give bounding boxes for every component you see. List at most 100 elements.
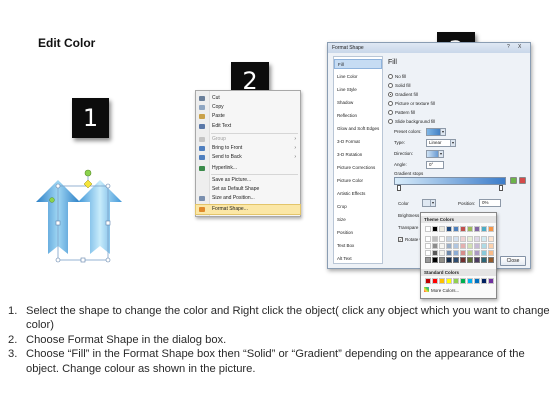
slide-background-fill-radio[interactable]: Slide background fill: [388, 118, 435, 125]
standard-color-swatch[interactable]: [439, 278, 445, 284]
theme-color-swatch[interactable]: [432, 257, 438, 263]
adjust-handle[interactable]: [83, 179, 93, 189]
nav-item-reflection[interactable]: Reflection: [334, 111, 382, 121]
menu-item-bring-to-front[interactable]: Bring to Front ›: [196, 144, 300, 153]
menu-item-group[interactable]: Group ›: [196, 135, 300, 144]
theme-color-swatch[interactable]: [481, 236, 487, 242]
type-dropdown[interactable]: Linear ▾: [426, 139, 456, 147]
theme-color-swatch[interactable]: [425, 250, 431, 256]
resize-handle[interactable]: [105, 257, 111, 263]
close-icon[interactable]: X: [518, 44, 521, 50]
resize-handle[interactable]: [55, 220, 61, 226]
standard-color-swatch[interactable]: [467, 278, 473, 284]
menu-item-save-as-picture[interactable]: Save as Picture...: [196, 176, 300, 185]
theme-color-swatch[interactable]: [460, 226, 466, 232]
theme-color-swatch[interactable]: [467, 236, 473, 242]
gradient-stop-handle[interactable]: [397, 185, 401, 191]
pattern-fill-radio[interactable]: Pattern fill: [388, 109, 415, 116]
theme-color-swatch[interactable]: [425, 226, 431, 232]
menu-item-copy[interactable]: Copy: [196, 103, 300, 112]
color-picker-button[interactable]: ▾: [422, 199, 436, 207]
nav-item-size[interactable]: Size: [334, 215, 382, 225]
theme-color-swatch[interactable]: [425, 243, 431, 249]
theme-color-swatch[interactable]: [453, 250, 459, 256]
rotate-with-shape-checkbox[interactable]: ✓: [398, 237, 403, 242]
theme-color-swatch[interactable]: [446, 226, 452, 232]
theme-color-swatch[interactable]: [432, 236, 438, 242]
resize-handle[interactable]: [105, 220, 111, 226]
theme-color-swatch[interactable]: [474, 243, 480, 249]
theme-color-swatch[interactable]: [439, 243, 445, 249]
theme-color-swatch[interactable]: [481, 226, 487, 232]
theme-color-swatch[interactable]: [488, 250, 494, 256]
theme-color-swatch[interactable]: [467, 226, 473, 232]
theme-color-swatch[interactable]: [453, 236, 459, 242]
rotate-handle[interactable]: [84, 169, 92, 177]
standard-color-swatch[interactable]: [481, 278, 487, 284]
nav-item-artistic-effects[interactable]: Artistic Effects: [334, 189, 382, 199]
gradient-stops-bar[interactable]: [394, 177, 506, 191]
theme-color-swatch[interactable]: [432, 243, 438, 249]
no-fill-radio[interactable]: No fill: [388, 73, 406, 80]
menu-item-edit-text[interactable]: Edit Text: [196, 122, 300, 131]
theme-color-swatch[interactable]: [446, 236, 452, 242]
theme-color-swatch[interactable]: [467, 257, 473, 263]
theme-color-swatch[interactable]: [474, 226, 480, 232]
standard-color-swatch[interactable]: [488, 278, 494, 284]
theme-color-swatch[interactable]: [488, 257, 494, 263]
remove-stop-button[interactable]: [519, 177, 526, 184]
theme-color-swatch[interactable]: [488, 243, 494, 249]
standard-color-swatch[interactable]: [432, 278, 438, 284]
theme-color-swatch[interactable]: [474, 236, 480, 242]
theme-color-swatch[interactable]: [467, 243, 473, 249]
theme-color-swatch[interactable]: [446, 250, 452, 256]
theme-color-swatch[interactable]: [439, 226, 445, 232]
theme-color-swatch[interactable]: [453, 257, 459, 263]
standard-color-swatch[interactable]: [474, 278, 480, 284]
theme-color-swatch[interactable]: [446, 257, 452, 263]
nav-item-line-style[interactable]: Line Style: [334, 85, 382, 95]
theme-color-swatch[interactable]: [439, 250, 445, 256]
menu-item-send-to-back[interactable]: Send to Back ›: [196, 153, 300, 162]
menu-item-hyperlink[interactable]: Hyperlink...: [196, 164, 300, 173]
theme-color-swatch[interactable]: [432, 226, 438, 232]
theme-color-swatch[interactable]: [446, 243, 452, 249]
theme-color-swatch[interactable]: [425, 236, 431, 242]
nav-item-shadow[interactable]: Shadow: [334, 98, 382, 108]
close-button[interactable]: Close: [500, 256, 526, 266]
nav-item-crop[interactable]: Crop: [334, 202, 382, 212]
resize-handle[interactable]: [105, 183, 111, 189]
resize-handle[interactable]: [55, 257, 61, 263]
gradient-stop-handle[interactable]: [499, 185, 503, 191]
nav-item-3d-rotation[interactable]: 3-D Rotation: [334, 150, 382, 160]
theme-color-swatch[interactable]: [453, 243, 459, 249]
nav-item-picture-corrections[interactable]: Picture Corrections: [334, 163, 382, 173]
menu-item-paste[interactable]: Paste: [196, 112, 300, 121]
theme-color-swatch[interactable]: [474, 257, 480, 263]
theme-color-swatch[interactable]: [453, 226, 459, 232]
resize-handle[interactable]: [55, 183, 61, 189]
nav-item-position[interactable]: Position: [334, 228, 382, 238]
theme-color-swatch[interactable]: [481, 243, 487, 249]
menu-item-size-position[interactable]: Size and Position...: [196, 194, 300, 203]
theme-color-swatch[interactable]: [474, 250, 480, 256]
solid-fill-radio[interactable]: Solid fill: [388, 82, 411, 89]
theme-color-swatch[interactable]: [481, 257, 487, 263]
direction-dropdown[interactable]: ▾: [426, 150, 444, 158]
menu-item-cut[interactable]: Cut: [196, 94, 300, 103]
theme-color-swatch[interactable]: [425, 257, 431, 263]
standard-color-swatch[interactable]: [460, 278, 466, 284]
nav-item-line-color[interactable]: Line Color: [334, 72, 382, 82]
menu-item-format-shape[interactable]: Format Shape...: [195, 204, 301, 215]
nav-item-3d-format[interactable]: 3-D Format: [334, 137, 382, 147]
theme-color-swatch[interactable]: [460, 257, 466, 263]
theme-color-swatch[interactable]: [439, 257, 445, 263]
help-button[interactable]: ?: [507, 44, 510, 50]
nav-item-alt-text[interactable]: Alt Text: [334, 254, 382, 264]
resize-handle[interactable]: [80, 257, 86, 263]
more-colors-link[interactable]: More Colors...: [424, 287, 459, 295]
menu-item-set-default-shape[interactable]: Set as Default Shape: [196, 185, 300, 194]
add-stop-button[interactable]: [510, 177, 517, 184]
theme-color-swatch[interactable]: [481, 250, 487, 256]
theme-color-swatch[interactable]: [460, 236, 466, 242]
